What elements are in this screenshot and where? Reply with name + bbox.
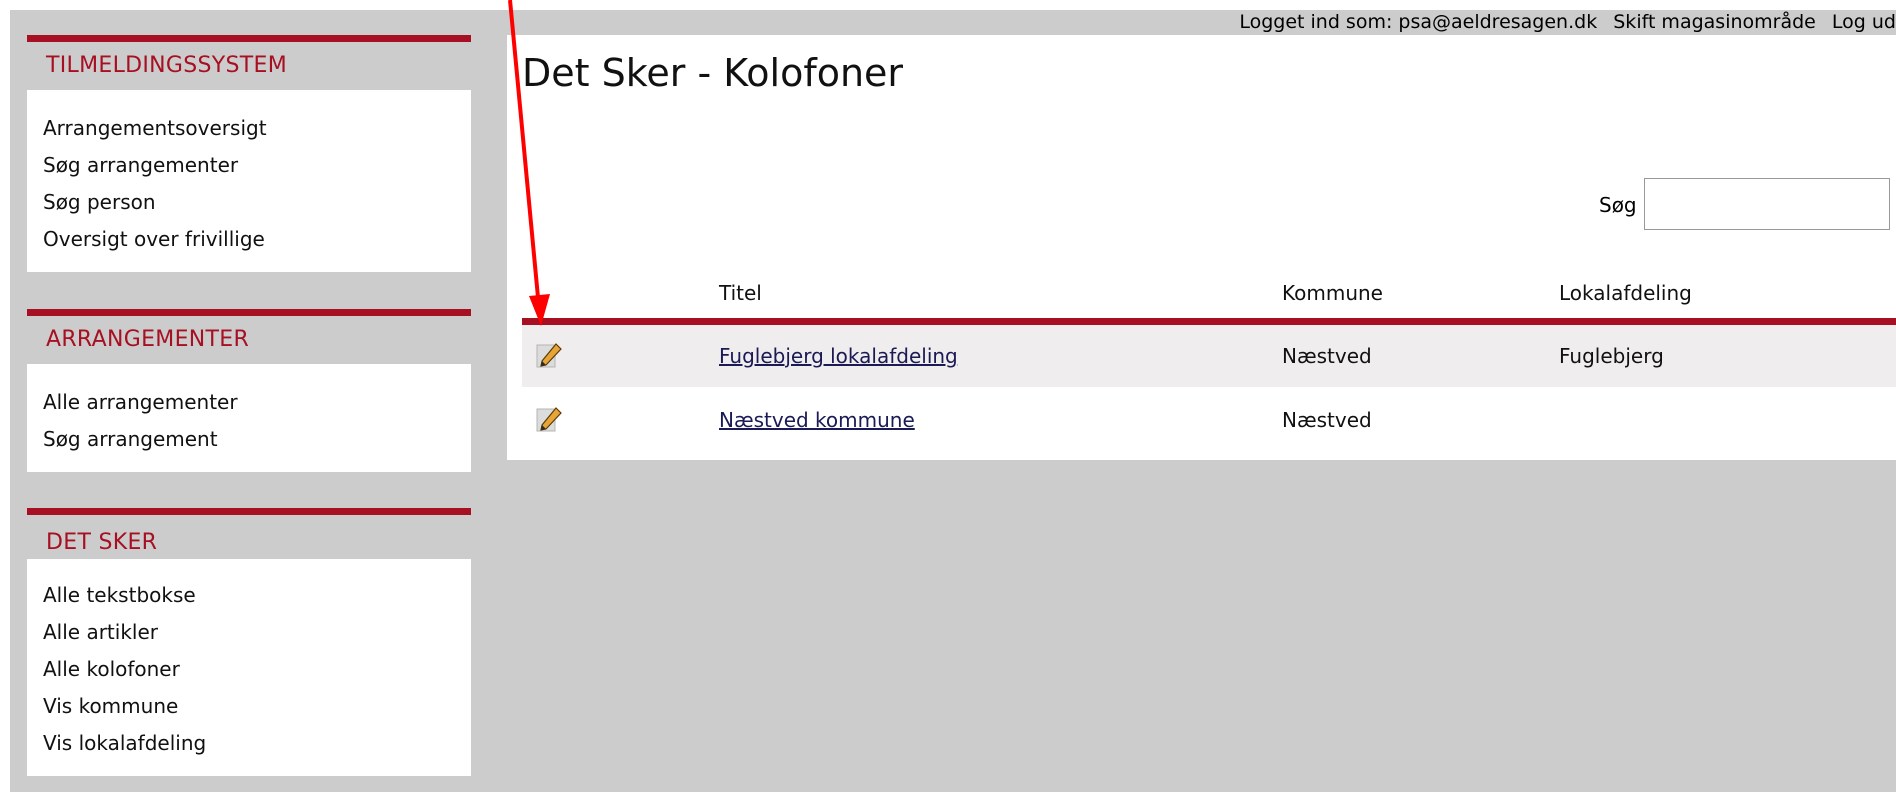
- sidebar-item-vis-lokalafdeling[interactable]: Vis lokalafdeling: [27, 725, 471, 762]
- sidebar-section-tilmeldingssystem: TILMELDINGSSYSTEM Arrangementsoversigt S…: [27, 35, 471, 272]
- row-municipality: Næstved: [1282, 344, 1372, 368]
- sidebar-item-oversigt-frivillige[interactable]: Oversigt over frivillige: [27, 221, 471, 258]
- search-input[interactable]: [1644, 178, 1890, 230]
- sidebar-item-alle-artikler[interactable]: Alle artikler: [27, 614, 471, 651]
- section-heading: TILMELDINGSSYSTEM: [46, 53, 288, 78]
- section-accent-bar: [27, 508, 471, 515]
- column-header-local: Lokalafdeling: [1559, 281, 1692, 305]
- sidebar-section-arrangementer: ARRANGEMENTER Alle arrangementer Søg arr…: [27, 309, 471, 472]
- section-link-list: Alle arrangementer Søg arrangement: [27, 364, 471, 472]
- row-title-link[interactable]: Næstved kommune: [719, 389, 915, 451]
- section-link-list: Alle tekstbokse Alle artikler Alle kolof…: [27, 559, 471, 776]
- main-content: Det Sker - Kolofoner Søg Titel Kommune L…: [507, 35, 1896, 460]
- pencil-icon[interactable]: [536, 405, 564, 435]
- search-label: Søg: [1599, 193, 1637, 217]
- section-accent-bar: [27, 35, 471, 42]
- sidebar-item-soeg-arrangement[interactable]: Søg arrangement: [27, 421, 471, 458]
- app-window: Logget ind som: psa@aeldresagen.dk Skift…: [10, 10, 1896, 792]
- sidebar-item-vis-kommune[interactable]: Vis kommune: [27, 688, 471, 725]
- sidebar-section-det-sker: DET SKER Alle tekstbokse Alle artikler A…: [27, 508, 471, 776]
- sidebar-item-alle-tekstbokse[interactable]: Alle tekstbokse: [27, 577, 471, 614]
- table-row: Fuglebjerg lokalafdeling Næstved Fuglebj…: [522, 325, 1896, 387]
- pencil-icon[interactable]: [536, 341, 564, 371]
- row-municipality: Næstved: [1282, 408, 1372, 432]
- sidebar-item-arrangementsoversigt[interactable]: Arrangementsoversigt: [27, 110, 471, 147]
- column-header-title: Titel: [719, 281, 762, 305]
- table-row: Næstved kommune Næstved: [522, 389, 1896, 451]
- sidebar-item-alle-arrangementer[interactable]: Alle arrangementer: [27, 384, 471, 421]
- section-accent-bar: [27, 309, 471, 316]
- logout-link[interactable]: Log ud: [1832, 11, 1896, 33]
- sidebar-item-soeg-arrangementer[interactable]: Søg arrangementer: [27, 147, 471, 184]
- sidebar-item-soeg-person[interactable]: Søg person: [27, 184, 471, 221]
- column-header-municipality: Kommune: [1282, 281, 1383, 305]
- row-title-link[interactable]: Fuglebjerg lokalafdeling: [719, 325, 958, 387]
- table-header-rule: [522, 318, 1896, 325]
- section-heading: ARRANGEMENTER: [46, 327, 250, 352]
- sidebar-item-alle-kolofoner[interactable]: Alle kolofoner: [27, 651, 471, 688]
- section-link-list: Arrangementsoversigt Søg arrangementer S…: [27, 90, 471, 272]
- logged-in-label: Logget ind som: psa@aeldresagen.dk: [1239, 11, 1598, 33]
- top-bar: Logget ind som: psa@aeldresagen.dk Skift…: [10, 10, 1896, 35]
- section-heading: DET SKER: [46, 530, 158, 555]
- page-title: Det Sker - Kolofoner: [522, 51, 904, 95]
- row-local: Fuglebjerg: [1559, 344, 1664, 368]
- switch-area-link[interactable]: Skift magasinområde: [1613, 11, 1816, 33]
